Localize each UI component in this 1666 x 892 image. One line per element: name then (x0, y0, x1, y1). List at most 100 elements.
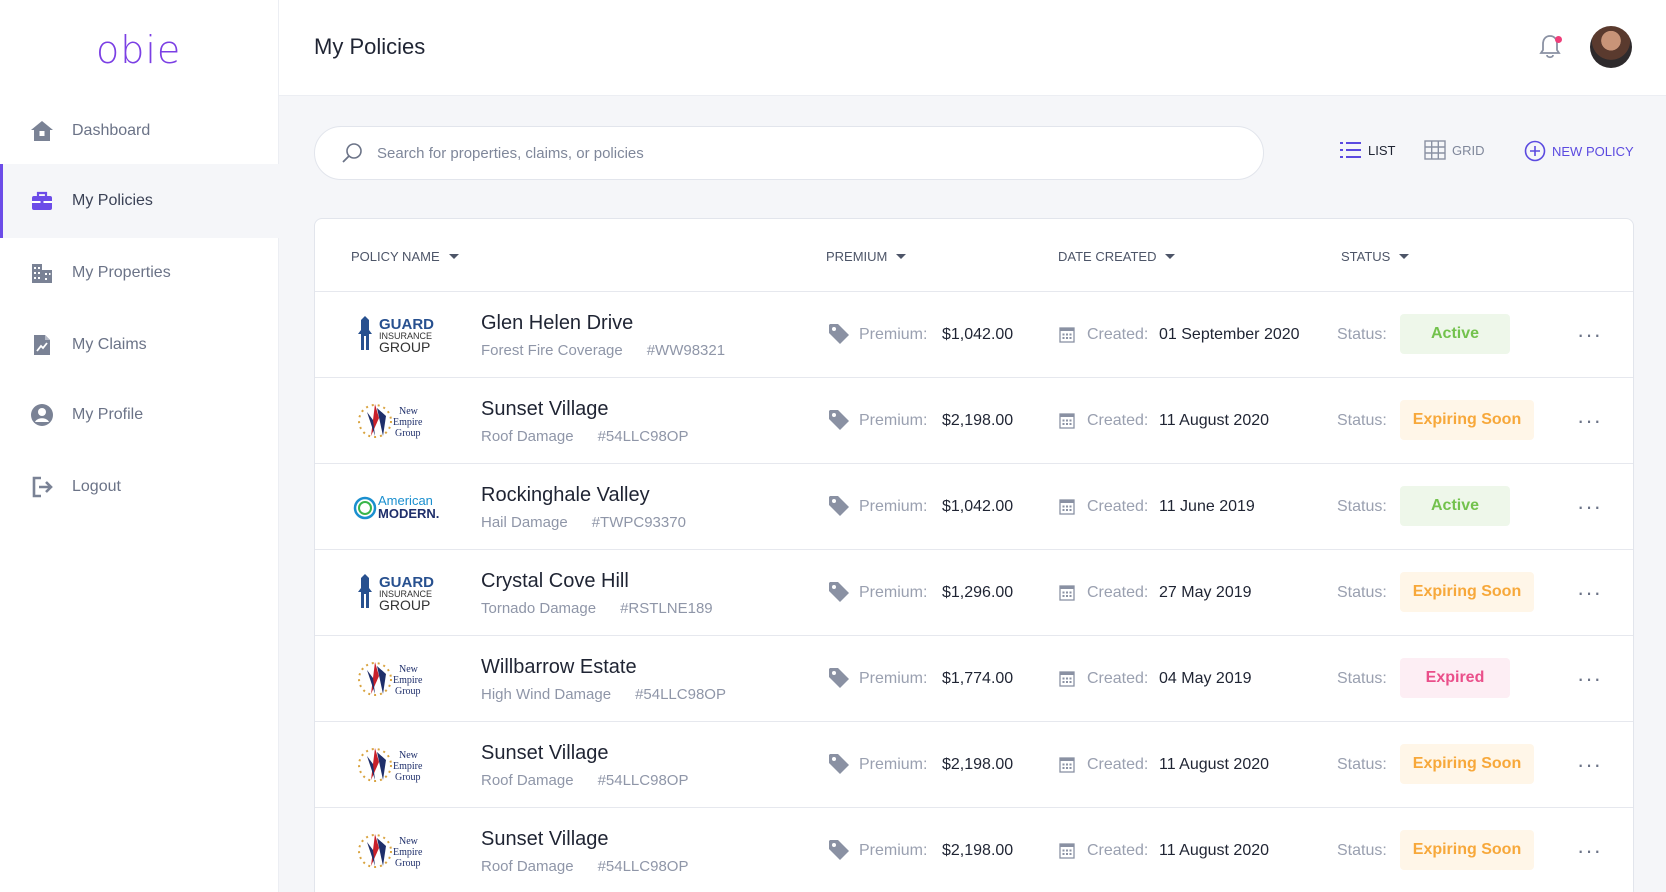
status-badge: Expired (1400, 658, 1510, 698)
more-options-icon[interactable]: ··· (1577, 666, 1602, 692)
policy-name[interactable]: Glen Helen Drive (481, 312, 633, 335)
premium-value: $1,042.00 (942, 498, 1014, 515)
more-options-icon[interactable]: ··· (1577, 838, 1602, 864)
svg-text:Empire: Empire (393, 847, 423, 858)
premium-label: Premium: (859, 756, 928, 773)
policy-number: #54LLC98OP (597, 428, 689, 445)
buildings-icon (30, 261, 54, 285)
premium-label: Premium: (859, 326, 928, 343)
policy-subtitle: Roof Damage #54LLC98OP (481, 772, 688, 789)
sidebar-item-my-profile[interactable]: My Profile (0, 378, 279, 452)
list-view-button[interactable]: LIST (1340, 140, 1395, 160)
premium-value: $1,296.00 (942, 584, 1014, 601)
list-icon (1340, 142, 1361, 158)
policy-name[interactable]: Sunset Village (481, 828, 609, 851)
search-icon (342, 143, 362, 163)
policies-table: POLICY NAME PREMIUM DATE CREATED STATUS … (314, 218, 1634, 892)
more-options-icon[interactable]: ··· (1577, 494, 1602, 520)
status-label: Status: (1337, 584, 1387, 601)
grid-view-label: GRID (1452, 142, 1485, 158)
created-label: Created: (1087, 842, 1149, 859)
calendar-icon (1059, 413, 1075, 429)
policy-name[interactable]: Crystal Cove Hill (481, 570, 629, 593)
table-row[interactable]: New Empire Group Willbarrow Estate High … (315, 636, 1633, 722)
sidebar-item-my-policies[interactable]: My Policies (0, 164, 279, 238)
column-header-status[interactable]: STATUS (1341, 249, 1410, 264)
premium-label: Premium: (859, 498, 928, 515)
table-row[interactable]: GUARD INSURANCE GROUP Glen Helen Drive F… (315, 292, 1633, 378)
search-input[interactable] (377, 144, 1177, 162)
table-row[interactable]: New Empire Group Sunset Village Roof Dam… (315, 378, 1633, 464)
table-row[interactable]: New Empire Group Sunset Village Roof Dam… (315, 808, 1633, 892)
column-header-premium[interactable]: PREMIUM (826, 249, 907, 264)
premium-label: Premium: (859, 584, 928, 601)
status-badge: Expiring Soon (1400, 830, 1534, 870)
policy-name[interactable]: Sunset Village (481, 742, 609, 765)
insurer-logo-newempire: New Empire Group (353, 656, 443, 702)
policy-number: #54LLC98OP (635, 686, 726, 703)
svg-text:Group: Group (395, 428, 421, 439)
logout-icon (30, 475, 54, 499)
policy-subtitle: Roof Damage #54LLC98OP (481, 858, 688, 875)
premium-value: $2,198.00 (942, 756, 1014, 773)
plus-circle-icon (1524, 140, 1546, 162)
calendar-icon (1059, 757, 1075, 773)
policy-number: #TWPC93370 (591, 514, 686, 531)
app-logo[interactable]: obie (96, 28, 181, 72)
status-badge: Expiring Soon (1400, 572, 1534, 612)
premium-label: Premium: (859, 670, 928, 687)
more-options-icon[interactable]: ··· (1577, 580, 1602, 606)
status-badge: Active (1400, 486, 1510, 526)
status-label: Status: (1337, 498, 1387, 515)
table-row[interactable]: New Empire Group Sunset Village Roof Dam… (315, 722, 1633, 808)
status-badge: Active (1400, 314, 1510, 354)
svg-text:Empire: Empire (393, 675, 423, 686)
grid-view-button[interactable]: GRID (1424, 140, 1485, 160)
column-header-policy-name[interactable]: POLICY NAME (351, 249, 459, 264)
sidebar-item-label: My Profile (72, 406, 144, 423)
briefcase-icon (30, 189, 54, 213)
created-date: 01 September 2020 (1159, 326, 1300, 343)
status-badge: Expiring Soon (1400, 400, 1534, 440)
search-bar[interactable] (314, 126, 1264, 180)
sort-caret-icon (448, 254, 459, 259)
created-date: 27 May 2019 (1159, 584, 1252, 601)
status-badge: Expiring Soon (1400, 744, 1534, 784)
svg-text:Group: Group (395, 772, 421, 783)
sidebar-item-label: My Claims (72, 336, 147, 353)
created-label: Created: (1087, 498, 1149, 515)
policy-number: #RSTLNE189 (620, 600, 713, 617)
svg-text:MODERN.: MODERN. (378, 506, 439, 521)
price-tag-icon (829, 582, 849, 602)
status-label: Status: (1337, 842, 1387, 859)
premium-value: $2,198.00 (942, 842, 1014, 859)
grid-icon (1424, 140, 1446, 160)
sidebar-item-label: My Policies (72, 192, 153, 209)
policy-number: #54LLC98OP (597, 772, 689, 789)
calendar-icon (1059, 585, 1075, 601)
sidebar-item-dashboard[interactable]: Dashboard (0, 94, 279, 168)
sidebar-item-label: Dashboard (72, 122, 151, 139)
sidebar-item-logout[interactable]: Logout (0, 450, 279, 524)
created-label: Created: (1087, 412, 1149, 429)
more-options-icon[interactable]: ··· (1577, 408, 1602, 434)
sidebar-item-my-properties[interactable]: My Properties (0, 236, 279, 310)
more-options-icon[interactable]: ··· (1577, 322, 1602, 348)
sidebar-item-my-claims[interactable]: My Claims (0, 308, 279, 382)
table-row[interactable]: American MODERN. Rockinghale Valley Hail… (315, 464, 1633, 550)
new-policy-button[interactable]: NEW POLICY (1524, 140, 1634, 162)
sort-caret-icon (1165, 254, 1176, 259)
premium-value: $2,198.00 (942, 412, 1014, 429)
coverage-type: Roof Damage (481, 428, 574, 445)
more-options-icon[interactable]: ··· (1577, 752, 1602, 778)
avatar[interactable] (1590, 26, 1632, 68)
created-label: Created: (1087, 756, 1149, 773)
policy-number: #WW98321 (646, 342, 726, 359)
column-header-date-created[interactable]: DATE CREATED (1058, 249, 1176, 264)
calendar-icon (1059, 327, 1075, 343)
policy-name[interactable]: Willbarrow Estate (481, 656, 637, 679)
policy-name[interactable]: Sunset Village (481, 398, 609, 421)
policy-name[interactable]: Rockinghale Valley (481, 484, 650, 507)
table-row[interactable]: GUARD INSURANCE GROUP Crystal Cove Hill … (315, 550, 1633, 636)
policy-subtitle: Hail Damage #TWPC93370 (481, 514, 686, 531)
